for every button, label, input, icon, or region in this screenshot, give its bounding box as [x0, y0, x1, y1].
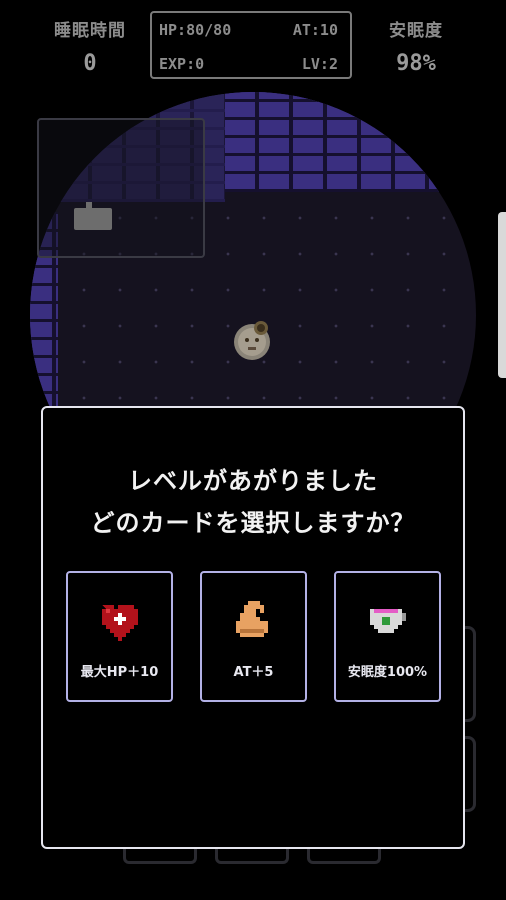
choose-card-prompt: どのカードを選択しますか？: [90, 509, 416, 537]
card-max-hp-label: 最大HP＋10: [80, 665, 159, 680]
exp-stat: EXP:0: [159, 55, 205, 73]
brick-wall-top: [225, 92, 476, 192]
level-up-dialog: レベルがあがりました どのカードを選択しますか？ 最大HP＋10 AT＋5 安眠…: [41, 406, 465, 849]
hud: 睡眠時間 0 HP:80/80 AT:10 EXP:0 LV:2 安眠度 98%: [0, 0, 506, 90]
card-max-hp[interactable]: 最大HP＋10: [66, 571, 173, 702]
player-character-icon: [231, 316, 273, 362]
scroll-handle[interactable]: [498, 212, 506, 378]
level-stat: LV:2: [301, 55, 338, 73]
card-attack[interactable]: AT＋5: [200, 571, 307, 702]
hp-stat: HP:80/80: [159, 21, 232, 39]
sleep-quality-display: 安眠度 98%: [368, 16, 464, 76]
card-attack-label: AT＋5: [233, 665, 274, 680]
sleep-time-label: 睡眠時間: [54, 21, 126, 41]
flexed-arm-icon: [232, 597, 276, 641]
sleep-time-value: 0: [83, 51, 97, 76]
card-sleep-quality[interactable]: 安眠度100%: [334, 571, 441, 702]
level-up-message: レベルがあがりました: [128, 467, 378, 495]
status-panel: HP:80/80 AT:10 EXP:0 LV:2: [150, 11, 352, 79]
sleep-time-display: 睡眠時間 0: [42, 16, 138, 76]
minimap-marker-icon: [74, 202, 112, 230]
sleep-quality-value: 98%: [396, 51, 436, 76]
minimap: [37, 118, 205, 258]
card-sleep-quality-label: 安眠度100%: [347, 665, 428, 680]
heart-plus-icon: [98, 597, 142, 641]
at-stat: AT:10: [292, 21, 338, 39]
sleep-quality-label: 安眠度: [389, 21, 443, 41]
teacup-icon: [366, 597, 410, 641]
dialog-message: レベルがあがりました どのカードを選択しますか？: [43, 460, 463, 544]
